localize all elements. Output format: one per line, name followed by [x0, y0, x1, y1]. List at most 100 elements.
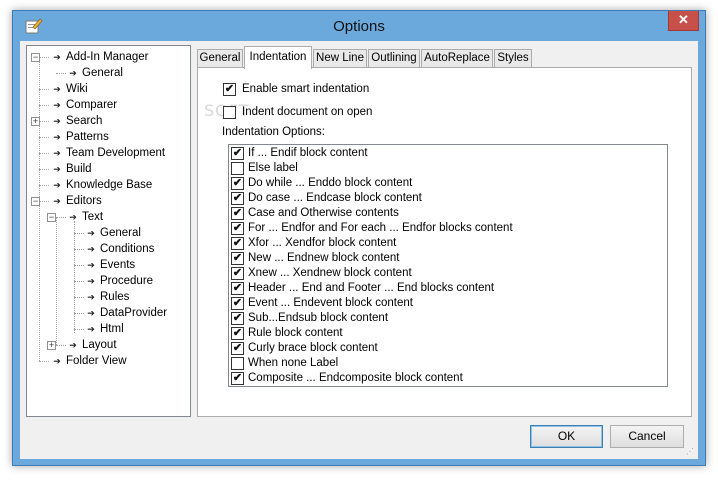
tree-connector — [39, 361, 49, 362]
option-label: New ... Endnew block content — [248, 252, 400, 264]
option-checkbox[interactable]: ✔ — [231, 192, 244, 205]
check-icon: ✔ — [232, 267, 243, 279]
tree-connector — [56, 73, 66, 74]
cancel-button[interactable]: Cancel — [610, 425, 684, 448]
title-bar[interactable]: Options ✕ — [13, 11, 705, 41]
tab-outlining[interactable]: Outlining — [368, 49, 420, 68]
option-label: Xnew ... Xendnew block content — [248, 267, 412, 279]
option-checkbox[interactable]: ✔ — [231, 207, 244, 220]
check-icon: ✔ — [232, 147, 243, 159]
expand-icon[interactable]: + — [47, 341, 56, 350]
window-title: Options — [333, 18, 385, 35]
option-checkbox[interactable] — [231, 357, 244, 370]
collapse-icon[interactable]: − — [47, 213, 56, 222]
check-icon: ✔ — [232, 222, 243, 234]
arrow-right-icon: ➔ — [53, 180, 61, 190]
tab-styles[interactable]: Styles — [494, 49, 532, 68]
arrow-right-icon: ➔ — [87, 308, 95, 318]
tree-connector — [39, 201, 49, 202]
check-icon: ✔ — [232, 327, 243, 339]
tree-connector — [56, 217, 57, 345]
arrow-right-icon: ➔ — [53, 356, 61, 366]
tree-connector — [74, 221, 75, 333]
tree-item-label: Text — [82, 211, 104, 223]
option-checkbox[interactable]: ✔ — [231, 177, 244, 190]
enable-smart-indentation-checkbox[interactable]: ✔ — [223, 83, 236, 96]
option-label: Curly brace block content — [248, 342, 378, 354]
arrow-right-icon: ➔ — [53, 132, 61, 142]
indent-on-open-checkbox[interactable] — [223, 106, 236, 119]
arrow-right-icon: ➔ — [53, 52, 61, 62]
expand-icon[interactable]: + — [31, 117, 40, 126]
options-window: Options ✕ − ➔ Add-In Manager ➔ General ➔ Wiki ➔… — [12, 10, 706, 466]
arrow-right-icon: ➔ — [53, 164, 61, 174]
options-tree[interactable]: − ➔ Add-In Manager ➔ General ➔ Wiki ➔ Comparer + ➔… — [26, 45, 191, 417]
arrow-right-icon: ➔ — [87, 260, 95, 270]
option-checkbox[interactable]: ✔ — [231, 372, 244, 385]
tree-item-label: Editors — [66, 195, 102, 207]
option-checkbox[interactable]: ✔ — [231, 222, 244, 235]
close-icon: ✕ — [678, 12, 689, 27]
tree-connector — [74, 265, 84, 266]
tree-item-label: Procedure — [100, 275, 154, 287]
resize-grip-icon[interactable]: ⋰ — [686, 447, 696, 457]
tree-connector — [39, 89, 49, 90]
tree-item-label: Comparer — [66, 99, 118, 111]
check-icon: ✔ — [232, 252, 243, 264]
tree-connector — [74, 329, 84, 330]
tree-item-label: DataProvider — [100, 307, 168, 319]
arrow-right-icon: ➔ — [87, 276, 95, 286]
option-checkbox[interactable]: ✔ — [231, 282, 244, 295]
indentation-options-list[interactable]: ✔ If ... Endif block content Else label ✔ Do… — [228, 144, 668, 387]
check-icon: ✔ — [232, 177, 243, 189]
option-checkbox[interactable]: ✔ — [231, 312, 244, 325]
tree-item-label: Knowledge Base — [66, 179, 153, 191]
option-checkbox[interactable]: ✔ — [231, 297, 244, 310]
check-icon: ✔ — [232, 282, 243, 294]
tree-connector — [74, 233, 84, 234]
tree-connector — [39, 137, 49, 138]
ok-button[interactable]: OK — [530, 425, 603, 448]
tree-connector — [39, 185, 49, 186]
tree-item-label: Search — [66, 115, 103, 127]
arrow-right-icon: ➔ — [69, 212, 77, 222]
option-label: Xfor ... Xendfor block content — [248, 237, 397, 249]
tree-item-label: Layout — [82, 339, 117, 351]
tree-item-label: Events — [100, 259, 136, 271]
tree-item-label: Folder View — [66, 355, 127, 367]
check-icon: ✔ — [232, 297, 243, 309]
option-checkbox[interactable]: ✔ — [231, 237, 244, 250]
tree-connector — [74, 297, 84, 298]
option-checkbox[interactable]: ✔ — [231, 267, 244, 280]
arrow-right-icon: ➔ — [53, 196, 61, 206]
check-icon: ✔ — [232, 312, 243, 324]
tree-connector — [74, 281, 84, 282]
tab-indentation[interactable]: Indentation — [244, 46, 312, 69]
option-checkbox[interactable] — [231, 162, 244, 175]
option-checkbox[interactable]: ✔ — [231, 252, 244, 265]
arrow-right-icon: ➔ — [53, 116, 61, 126]
close-button[interactable]: ✕ — [668, 11, 699, 31]
collapse-icon[interactable]: − — [31, 53, 40, 62]
tree-item-label: General — [100, 227, 141, 239]
option-label: Rule block content — [248, 327, 343, 339]
option-checkbox[interactable]: ✔ — [231, 147, 244, 160]
tree-item-label: Rules — [100, 291, 130, 303]
collapse-icon[interactable]: − — [31, 197, 40, 206]
tab-autoreplace[interactable]: AutoReplace — [421, 49, 493, 68]
tree-connector — [39, 105, 49, 106]
option-checkbox[interactable]: ✔ — [231, 327, 244, 340]
check-icon: ✔ — [232, 372, 243, 384]
check-icon: ✔ — [232, 192, 243, 204]
option-label: Case and Otherwise contents — [248, 207, 399, 219]
option-label: If ... Endif block content — [248, 147, 368, 159]
arrow-right-icon: ➔ — [69, 340, 77, 350]
tab-new-line[interactable]: New Line — [313, 49, 367, 68]
option-label: For ... Endfor and For each ... Endfor b… — [248, 222, 513, 234]
tree-item-label: Wiki — [66, 83, 88, 95]
tab-general[interactable]: General — [197, 49, 243, 68]
option-checkbox[interactable]: ✔ — [231, 342, 244, 355]
arrow-right-icon: ➔ — [53, 148, 61, 158]
option-label: Header ... End and Footer ... End blocks… — [248, 282, 495, 294]
indentation-options-heading: Indentation Options: — [222, 126, 325, 138]
